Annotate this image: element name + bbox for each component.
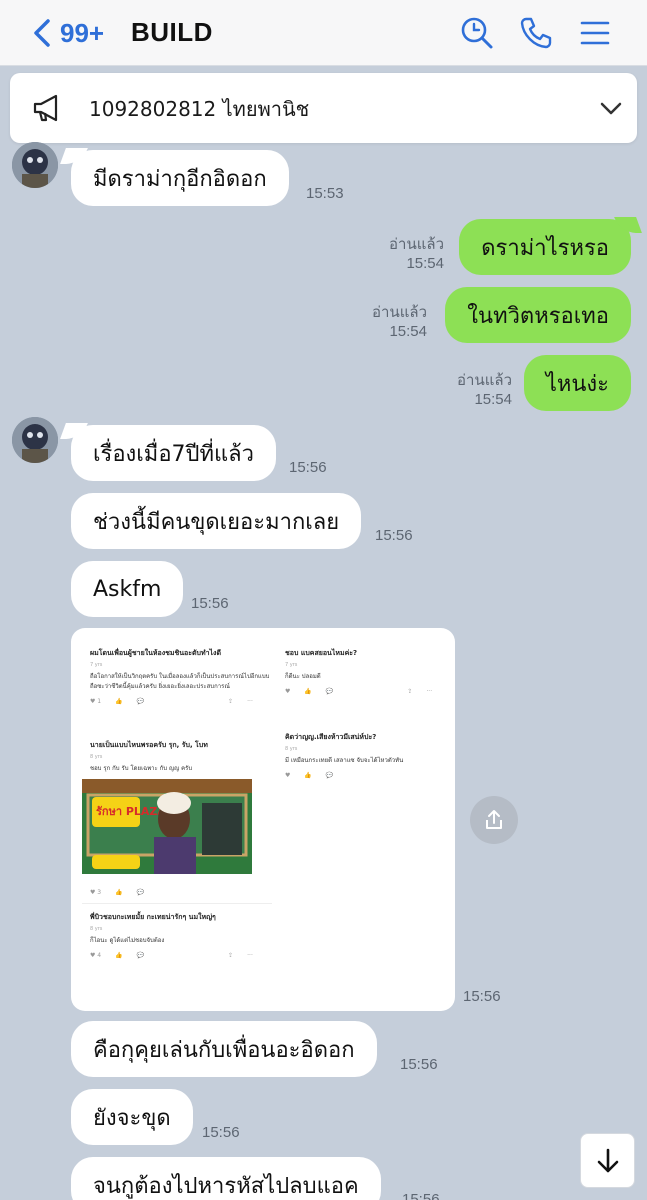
message-time: 15:53 (306, 185, 344, 202)
message-time: 15:56 (191, 595, 229, 612)
post-age: 7 yrs (90, 662, 103, 668)
message-time: 15:54 (406, 255, 444, 272)
avatar[interactable] (12, 142, 58, 188)
post-item: ♥ 3 👍 💬 (90, 883, 144, 896)
arrow-down-icon (597, 1148, 618, 1172)
unread-count: 99+ (60, 17, 105, 48)
message-bubble[interactable]: มีดราม่ากุอีกอิดอก (71, 150, 289, 206)
post-answer: ชอบ รุก กับ รับ โดยเฉพาะ กับ ญญ ครับ (90, 765, 193, 772)
announcement-text: 1092802812 ไทยพานิช (89, 97, 310, 121)
read-status: อ่านแล้ว (457, 372, 512, 389)
message-time: 15:56 (400, 1056, 438, 1073)
post-item: คิดว่าญญ.เสียงห้าวมีเสน่ห์ปะ? 8 yrs มี เ… (285, 732, 445, 779)
post-age: 7 yrs (285, 662, 298, 668)
post-answer: ก็ไอนะ ดูได้แต่ไม่ชอบจับต้อง (90, 937, 165, 944)
back-button[interactable]: 99+ (30, 12, 104, 54)
post-answer: ก็ดีนะ ปลอมดี (285, 673, 321, 680)
message-bubble[interactable]: ไหนง่ะ (523, 355, 631, 411)
post-answer: ถือโอกาสให้เป็นวิกฤตครับ ในเมื่อลองแล้วก… (90, 673, 270, 690)
post-item: ผมโดนเพื่อนผู้ชายในห้องชมชินอะตับทำไงดี … (90, 648, 270, 705)
share-icon (486, 810, 502, 829)
post-question: คิดว่าญญ.เสียงห้าวมีเสน่ห์ปะ? (285, 733, 377, 741)
post-item: ชอบ แบคสยอนไหมค่ะ? 7 yrs ก็ดีนะ ปลอมดี ♥… (285, 648, 445, 695)
chat-title: BUILD (131, 17, 213, 47)
read-status: อ่านแล้ว (372, 304, 427, 321)
post-question: ชอบ แบคสยอนไหมค่ะ? (285, 649, 358, 657)
message-bubble[interactable]: ยังจะขุด (71, 1089, 193, 1145)
message-time: 15:56 (289, 459, 327, 476)
chat-header: 99+ BUILD (0, 0, 647, 66)
post-actions: ♥ 👍 💬 ⇪ ··· (285, 688, 433, 695)
message-bubble[interactable]: ช่วงนี้มีคนขุดเยอะมากเลย (71, 493, 362, 549)
search-icon[interactable] (459, 15, 495, 51)
chevron-down-icon[interactable] (598, 97, 624, 119)
message-time: 15:54 (474, 391, 512, 408)
post-age: 8 yrs (90, 754, 103, 760)
message-time: 15:56 (463, 988, 501, 1005)
read-status: อ่านแล้ว (389, 236, 444, 253)
message-time: 15:56 (375, 527, 413, 544)
megaphone-icon (33, 94, 58, 122)
post-actions: ♥ 1 👍 💬 ⇪ ··· (90, 698, 253, 705)
message-meta: อ่านแล้ว 15:54 (372, 303, 427, 341)
message-bubble[interactable]: Askfm (71, 561, 184, 617)
message-bubble[interactable]: คือกุคุยเล่นกับเพื่อนอะอิดอก (71, 1021, 377, 1077)
share-button[interactable] (470, 796, 518, 844)
menu-icon[interactable] (577, 15, 613, 51)
scroll-to-bottom-button[interactable] (580, 1133, 635, 1188)
post-age: 8 yrs (90, 926, 103, 932)
message-bubble[interactable]: จนกูต้องไปหารหัสไปลบแอค (71, 1157, 381, 1200)
announcement-bar[interactable]: 1092802812 ไทยพานิช (10, 73, 637, 143)
message-time: 15:54 (389, 323, 427, 340)
message-bubble[interactable]: ดราม่าไรหรอ (459, 219, 631, 275)
post-item: นายเป็นแบบไหนพรอครับ รุก, รับ, โบท 8 yrs… (90, 740, 270, 774)
message-time: 15:56 (202, 1124, 240, 1141)
post-age: 8 yrs (285, 746, 298, 752)
post-question: ผมโดนเพื่อนผู้ชายในห้องชมชินอะตับทำไงดี (90, 649, 222, 657)
avatar[interactable] (12, 417, 58, 463)
post-actions: ♥ 3 👍 💬 (90, 889, 145, 896)
post-actions: ♥ 👍 💬 (285, 772, 334, 779)
post-photo: รักษา PLAZAAA (82, 779, 252, 874)
post-question: พี่บิวชอบกะเทยมั้ย กะเทยน่ารักๆ นมใหญ่ๆ (90, 913, 216, 921)
message-meta: อ่านแล้ว 15:54 (389, 235, 444, 273)
phone-icon[interactable] (518, 15, 554, 51)
message-bubble[interactable]: เรื่องเมื่อ7ปีที่แล้ว (71, 425, 277, 481)
post-item: พี่บิวชอบกะเทยมั้ย กะเทยน่ารักๆ นมใหญ่ๆ … (90, 912, 270, 959)
message-bubble[interactable]: ในทวิตหรอเทอ (445, 287, 631, 343)
post-answer: มี เหมือนกระเทยดี เสลาแซ จับจะได้ไหวตัวท… (285, 757, 404, 764)
message-meta: อ่านแล้ว 15:54 (457, 371, 512, 409)
image-message[interactable]: ผมโดนเพื่อนผู้ชายในห้องชมชินอะตับทำไงดี … (71, 628, 455, 1011)
post-question: นายเป็นแบบไหนพรอครับ รุก, รับ, โบท (90, 741, 208, 749)
chevron-left-icon (34, 19, 50, 47)
message-time: 15:56 (402, 1191, 440, 1200)
post-actions: ♥ 4 👍 💬 ⇪ ··· (90, 952, 253, 959)
